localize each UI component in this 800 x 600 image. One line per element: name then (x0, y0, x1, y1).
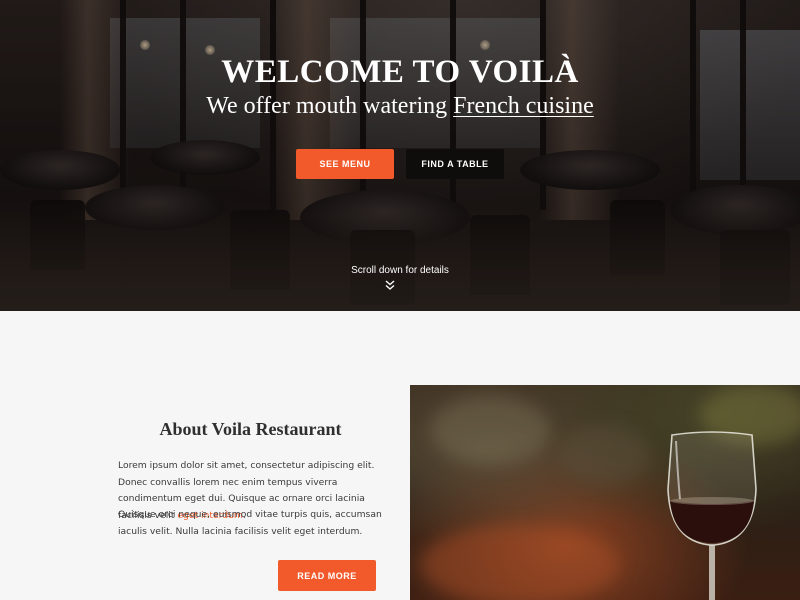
about-paragraph-2: Quisque orci neque, euismod vitae turpis… (118, 509, 382, 537)
hero-subtitle-highlight: French cuisine (453, 93, 594, 119)
hero-section: WELCOME TO VOILÀ We offer mouth watering… (0, 0, 800, 311)
photo-bokeh (560, 425, 650, 485)
hero-title: WELCOME TO VOILÀ (221, 54, 579, 90)
hero-subtitle: We offer mouth watering French cuisine (0, 93, 800, 120)
about-heading: About Voila Restaurant (159, 419, 342, 439)
wine-glass-photo (410, 385, 800, 600)
read-more-button[interactable]: READ MORE (278, 560, 376, 591)
find-table-button[interactable]: FIND A TABLE (406, 149, 504, 179)
photo-bokeh (430, 395, 550, 465)
hero-subtitle-text: We offer mouth watering (206, 93, 454, 119)
scroll-hint: Scroll down for details (351, 265, 449, 276)
photo-bokeh (420, 525, 620, 600)
wine-glass-icon (667, 431, 757, 600)
chevron-double-down-icon[interactable] (383, 279, 397, 291)
see-menu-button[interactable]: SEE MENU (296, 149, 394, 179)
